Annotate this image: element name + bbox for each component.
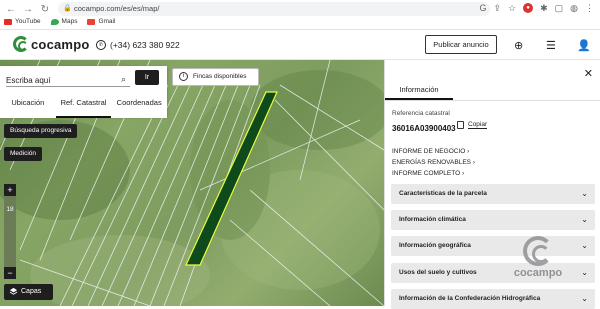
extension-badge-icon[interactable]: ● (523, 3, 534, 13)
share-icon[interactable]: ⇪ (493, 3, 501, 14)
link-full-report[interactable]: INFORME COMPLETO › (392, 168, 475, 179)
watermark-text: cocampo (513, 267, 563, 279)
search-input[interactable] (6, 74, 130, 87)
section-land-use[interactable]: Usos del suelo y cultivos ⌄ (391, 263, 595, 283)
lock-icon: 🔒 (63, 5, 72, 12)
section-geographic-info[interactable]: Información geográfica ⌄ (391, 236, 595, 256)
chevron-down-icon: ⌄ (581, 189, 588, 198)
star-icon[interactable]: ☆ (508, 3, 516, 14)
phone-contact[interactable]: ✆ (+34) 623 380 922 (96, 40, 180, 50)
close-icon[interactable]: ✕ (584, 67, 593, 80)
phone-number: (+34) 623 380 922 (110, 40, 180, 50)
layers-icon (9, 287, 18, 295)
cocampo-logo-icon (523, 236, 553, 266)
chevron-right-icon: › (461, 170, 465, 177)
available-farms-label: Fincas disponibles (193, 73, 247, 80)
zoom-level: 18 (6, 206, 14, 213)
bookmark-gmail[interactable]: Gmail (87, 18, 115, 25)
address-url: cocampo.com/es/es/map/ (74, 4, 160, 13)
bookmark-maps[interactable]: Maps (50, 18, 77, 25)
tab-informacion[interactable]: Información (385, 82, 453, 100)
info-icon: i (179, 72, 188, 81)
chevron-right-icon: › (467, 148, 470, 155)
report-links: INFORME DE NEGOCIO › ENERGÍAS RENOVABLES… (392, 146, 475, 179)
section-climate-info[interactable]: Información climática ⌄ (391, 210, 595, 230)
tab-ubicacion[interactable]: Ubicación (0, 94, 56, 118)
menu-dots-icon[interactable]: ⋮ (585, 3, 594, 14)
app-header: cocampo ✆ (+34) 623 380 922 Publicar anu… (0, 30, 600, 60)
tab-ref-catastral[interactable]: Ref. Catastral (55, 94, 112, 118)
chevron-down-icon: ⌄ (581, 215, 588, 224)
layers-label: Capas (21, 288, 42, 295)
puzzle-icon[interactable]: ✱ (540, 3, 548, 14)
user-icon[interactable]: 👤 (577, 39, 591, 52)
search-icon[interactable]: ⌕ (121, 74, 126, 85)
chevron-down-icon: ⌄ (581, 268, 588, 277)
cadastral-ref-value: 36016A03900403 (392, 124, 456, 133)
copy-button[interactable]: Copiar (457, 121, 488, 129)
progressive-search-button[interactable]: Búsqueda progresiva (4, 124, 78, 138)
sidebar-icon[interactable]: ▢ (555, 3, 564, 14)
copy-icon (457, 121, 464, 129)
cocampo-logo-icon (13, 36, 29, 52)
search-go-button[interactable]: Ir (135, 70, 159, 85)
browser-chrome: ← → ↻ 🔒 cocampo.com/es/es/map/ G ⇪ ☆ ● ✱… (0, 0, 600, 30)
layers-button[interactable]: Capas (4, 284, 53, 300)
link-renewable-energy[interactable]: ENERGÍAS RENOVABLES › (392, 157, 475, 168)
hamburger-menu-icon[interactable]: ☰ (546, 39, 556, 52)
link-business-report[interactable]: INFORME DE NEGOCIO › (392, 146, 475, 157)
gmail-icon (87, 18, 96, 25)
browser-nav: ← → ↻ (6, 4, 50, 15)
whatsapp-icon: ✆ (96, 40, 106, 50)
youtube-icon (4, 18, 12, 25)
google-icon[interactable]: G (479, 3, 486, 14)
chevron-right-icon: › (472, 159, 475, 166)
section-parcel-characteristics[interactable]: Características de la parcela ⌄ (391, 184, 595, 204)
cocampo-watermark: cocampo (513, 236, 563, 279)
brand-name: cocampo (31, 36, 90, 52)
address-bar[interactable]: 🔒 cocampo.com/es/es/map/ (58, 2, 490, 16)
forward-icon[interactable]: → (23, 4, 33, 15)
copy-label: Copiar (468, 121, 488, 129)
tab-coordenadas[interactable]: Coordenadas (111, 94, 167, 118)
available-farms-button[interactable]: i Fincas disponibles (172, 68, 259, 86)
cadastral-ref-label: Referencia catastral (392, 110, 450, 117)
profile-icon[interactable]: ◍ (570, 3, 578, 14)
browser-extensions: G ⇪ ☆ ● ✱ ▢ ◍ ⋮ (479, 3, 594, 14)
chevron-down-icon: ⌄ (581, 241, 588, 250)
globe-icon[interactable]: ⊕ (514, 39, 523, 52)
zoom-control: + 18 − (4, 184, 16, 279)
back-icon[interactable]: ← (6, 4, 16, 15)
search-tabs: Ubicación Ref. Catastral Coordenadas (0, 94, 167, 118)
bookmarks-bar: YouTube Maps Gmail (4, 18, 115, 25)
maps-icon (50, 18, 59, 25)
zoom-in-button[interactable]: + (4, 184, 16, 196)
chevron-down-icon: ⌄ (581, 294, 588, 303)
measure-button[interactable]: Medición (4, 147, 43, 161)
brand-logo[interactable]: cocampo (13, 36, 89, 52)
section-hydrographic-info[interactable]: Información de la Confederación Hidrográ… (391, 289, 595, 309)
publish-listing-button[interactable]: Publicar anuncio (425, 35, 497, 54)
reload-icon[interactable]: ↻ (40, 4, 50, 15)
panel-divider (385, 100, 600, 101)
zoom-out-button[interactable]: − (4, 267, 16, 279)
info-panel: ✕ Información Referencia catastral 36016… (384, 60, 600, 309)
bookmark-youtube[interactable]: YouTube (4, 18, 41, 25)
